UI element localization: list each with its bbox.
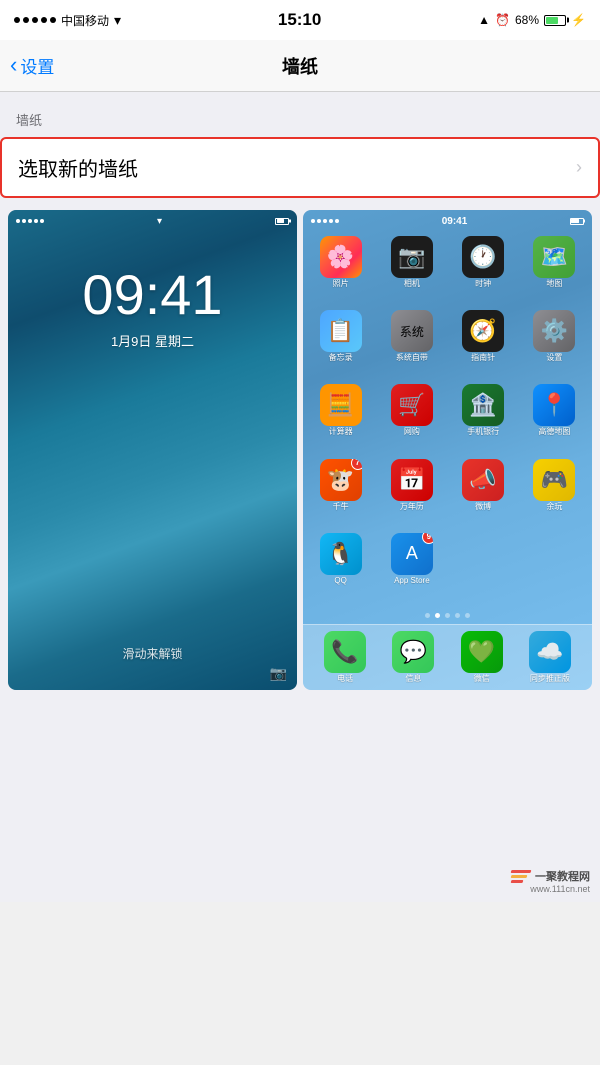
status-right: ▲ ⏰ 68% ⚡ <box>478 13 586 27</box>
list-item[interactable]: 📣 微博 <box>450 459 517 529</box>
youxi-app-icon: 🎮 <box>533 459 575 501</box>
list-item[interactable]: 📅 万年历 <box>378 459 445 529</box>
home-time: 09:41 <box>442 216 468 227</box>
list-item[interactable]: 🌸 照片 <box>307 236 374 306</box>
home-signal <box>311 219 339 223</box>
list-item[interactable]: 🗺️ 地图 <box>521 236 588 306</box>
watermark-lines <box>511 870 531 883</box>
appstore-app-icon: A 9 <box>391 533 433 575</box>
system-app-icon: 系统 <box>391 310 433 352</box>
compass-app-icon: 🧭 <box>462 310 504 352</box>
chevron-right-icon: › <box>576 157 582 178</box>
backup-app-icon: 📋 <box>320 310 362 352</box>
lock-unlock-text: 滑动来解锁 <box>122 645 182 662</box>
lock-status-bar: ▾ <box>8 210 297 232</box>
watermark-logo: 一聚教程网 <box>511 868 590 884</box>
phone-app-icon: 📞 <box>324 631 366 673</box>
wallpaper-select-row[interactable]: 选取新的墙纸 › <box>0 137 600 198</box>
lock-time: 09:41 <box>82 262 222 327</box>
list-item[interactable]: 📋 备忘录 <box>307 310 374 380</box>
list-item[interactable]: A 9 App Store <box>378 533 445 603</box>
wechat-app-icon: 💚 <box>461 631 503 673</box>
clock-app-icon: 🕐 <box>462 236 504 278</box>
wifi-icon: ▾ <box>114 12 121 29</box>
dock-tongbu[interactable]: ☁️ 同步推正版 <box>529 631 571 684</box>
alarm-icon: ⏰ <box>495 13 510 27</box>
tongbu-app-icon: ☁️ <box>529 631 571 673</box>
camera-app-icon: 📷 <box>391 236 433 278</box>
dock-wechat[interactable]: 💚 微信 <box>461 631 503 684</box>
lock-status-right <box>275 218 289 225</box>
bank-app-icon: 🏦 <box>462 384 504 426</box>
battery-icon <box>544 15 566 26</box>
section-label: 墙纸 <box>0 92 600 137</box>
photos-app-icon: 🌸 <box>320 236 362 278</box>
list-item[interactable]: 系统 系统自带 <box>378 310 445 380</box>
lock-screen: ▾ 09:41 1月9日 星期二 滑动来解锁 📷 <box>8 210 297 690</box>
home-screen-preview[interactable]: 09:41 🌸 照片 📷 相机 🕐 <box>303 210 592 690</box>
dock-phone[interactable]: 📞 电话 <box>324 631 366 684</box>
home-status-bar: 09:41 <box>303 210 592 232</box>
chevron-left-icon: ‹ <box>10 54 17 76</box>
qq-app-icon: 🐧 <box>320 533 362 575</box>
list-item[interactable]: 🐮 7 千牛 <box>307 459 374 529</box>
settings-app-icon: ⚙️ <box>533 310 575 352</box>
list-item[interactable]: 🎮 余玩 <box>521 459 588 529</box>
maps-app-icon: 🗺️ <box>533 236 575 278</box>
page-dot <box>425 613 430 618</box>
home-status-right <box>570 218 584 225</box>
wangyi-app-icon: 🛒 <box>391 384 433 426</box>
wallpaper-preview-area: ▾ 09:41 1月9日 星期二 滑动来解锁 📷 <box>0 198 600 702</box>
list-item[interactable]: 📍 高德地图 <box>521 384 588 454</box>
lock-signal <box>16 219 44 223</box>
list-item[interactable]: 🐧 QQ <box>307 533 374 603</box>
lock-date: 1月9日 星期二 <box>111 331 194 350</box>
dock-messages[interactable]: 💬 信息 <box>392 631 434 684</box>
calc-app-icon: 🧮 <box>320 384 362 426</box>
weibo-app-icon: 📣 <box>462 459 504 501</box>
qianniu-app-icon: 🐮 7 <box>320 459 362 501</box>
charging-icon: ⚡ <box>571 13 586 27</box>
bottom-area: 一聚教程网 www.111cn.net <box>0 702 600 902</box>
app-grid: 🌸 照片 📷 相机 🕐 时钟 🗺️ 地图 <box>303 232 592 607</box>
content-area: 墙纸 选取新的墙纸 › ▾ <box>0 92 600 902</box>
page-dot-active <box>435 613 440 618</box>
messages-app-icon: 💬 <box>392 631 434 673</box>
list-item[interactable]: 🏦 手机银行 <box>450 384 517 454</box>
page-dot <box>465 613 470 618</box>
status-time: 15:10 <box>278 10 321 30</box>
battery-percent: 68% <box>515 13 539 27</box>
location-icon: ▲ <box>478 13 490 27</box>
page-dot <box>455 613 460 618</box>
home-screen: 09:41 🌸 照片 📷 相机 🕐 <box>303 210 592 690</box>
lock-screen-preview[interactable]: ▾ 09:41 1月9日 星期二 滑动来解锁 📷 <box>8 210 297 690</box>
list-item[interactable]: ⚙️ 设置 <box>521 310 588 380</box>
list-item[interactable]: 🛒 网购 <box>378 384 445 454</box>
lock-wifi-icon: ▾ <box>157 216 162 227</box>
watermark-name: 一聚教程网 <box>535 868 590 884</box>
wanli-app-icon: 📅 <box>391 459 433 501</box>
list-item <box>521 533 588 603</box>
list-item <box>450 533 517 603</box>
list-item[interactable]: 📷 相机 <box>378 236 445 306</box>
carrier-label: 中国移动 <box>61 12 109 29</box>
back-button[interactable]: ‹ 设置 <box>10 53 54 78</box>
navigation-bar: ‹ 设置 墙纸 <box>0 40 600 92</box>
status-left: 中国移动 ▾ <box>14 12 121 29</box>
signal-dots <box>14 17 56 23</box>
watermark-site: www.111cn.net <box>530 884 590 894</box>
page-dots <box>303 607 592 624</box>
gaode-app-icon: 📍 <box>533 384 575 426</box>
status-bar: 中国移动 ▾ 15:10 ▲ ⏰ 68% ⚡ <box>0 0 600 40</box>
back-label: 设置 <box>20 53 54 78</box>
watermark: 一聚教程网 www.111cn.net <box>511 868 590 894</box>
page-title: 墙纸 <box>282 53 318 79</box>
wallpaper-row-label: 选取新的墙纸 <box>18 153 138 182</box>
list-item[interactable]: 🧭 指南针 <box>450 310 517 380</box>
list-item[interactable]: 🕐 时钟 <box>450 236 517 306</box>
dock: 📞 电话 💬 信息 💚 微信 ☁️ 同步推正版 <box>303 624 592 690</box>
camera-icon: 📷 <box>270 665 287 682</box>
page-dot <box>445 613 450 618</box>
list-item[interactable]: 🧮 计算器 <box>307 384 374 454</box>
